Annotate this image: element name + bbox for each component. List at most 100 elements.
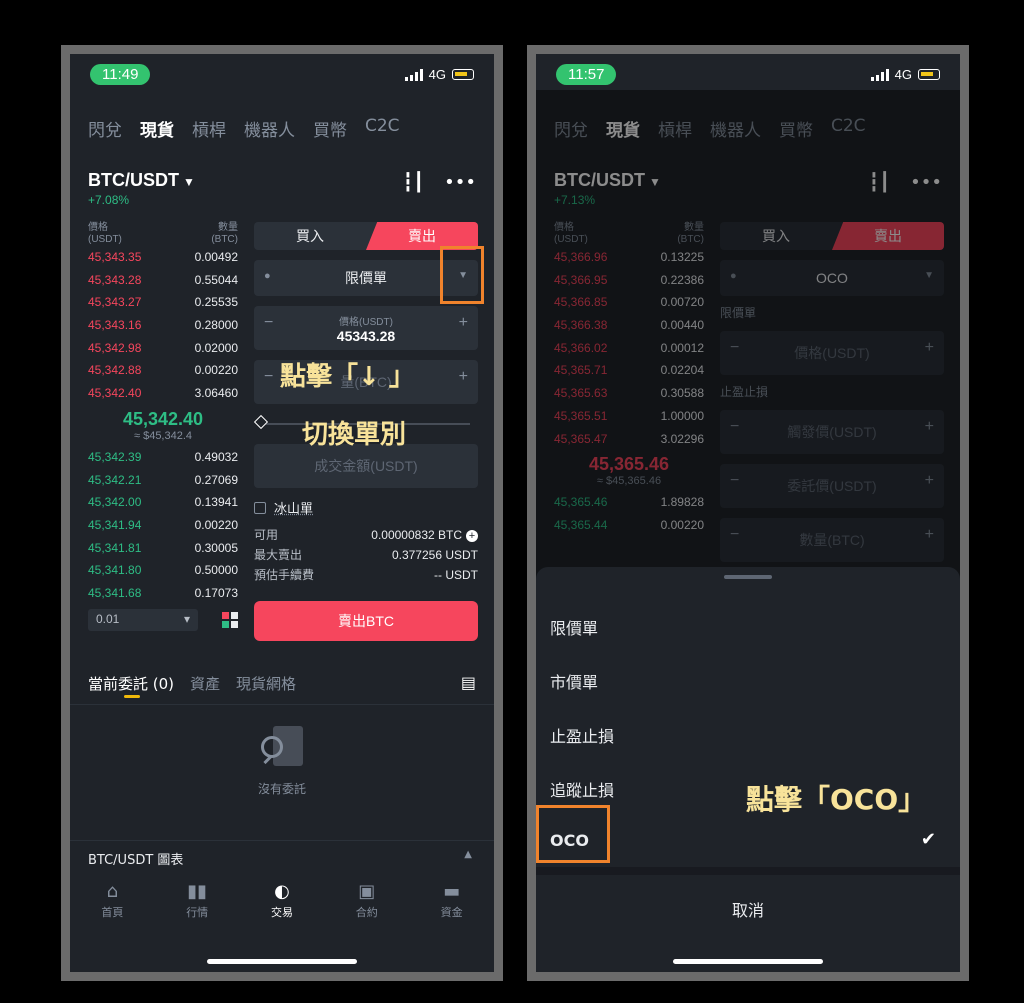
nav-tab-buy-crypto[interactable]: 買幣	[313, 116, 347, 141]
nav-tab-buy-crypto[interactable]: 買幣	[779, 116, 813, 141]
bid-row[interactable]: 45,342.21 0.27069	[88, 469, 238, 492]
slider-handle[interactable]	[253, 414, 269, 430]
ask-row[interactable]: 45,343.16 0.28000	[88, 314, 238, 337]
buy-tab[interactable]: 買入	[720, 222, 832, 250]
ask-row[interactable]: 45,366.96 0.13225	[554, 246, 704, 269]
order-price-input[interactable]: − 委託價(USDT) +	[720, 464, 944, 508]
nav-tab-convert[interactable]: 閃兌	[554, 116, 588, 141]
minus-icon[interactable]: −	[264, 314, 273, 332]
more-icon[interactable]: •••	[910, 172, 942, 193]
candlestick-chart-icon[interactable]: ┇┃	[402, 172, 424, 193]
plus-icon[interactable]: +	[925, 339, 934, 357]
tab-open-orders[interactable]: 當前委託 (0)	[88, 673, 174, 694]
bid-row[interactable]: 45,365.46 1.89828	[554, 491, 704, 514]
order-type-select[interactable]: ● OCO ▼	[720, 260, 944, 296]
nav-tab-spot[interactable]: 現貨	[606, 116, 640, 141]
ask-row[interactable]: 45,365.47 3.02296	[554, 428, 704, 451]
ask-row[interactable]: 45,366.85 0.00720	[554, 291, 704, 314]
option-market[interactable]: 市價單	[550, 669, 598, 693]
ask-row[interactable]: 45,366.95 0.22386	[554, 269, 704, 292]
depth-select[interactable]: 0.01 ▾	[88, 608, 198, 631]
nav-tab-convert[interactable]: 閃兌	[88, 116, 122, 141]
orderbook-layout-icon[interactable]	[222, 611, 238, 628]
nav-tab-c2c[interactable]: C2C	[365, 116, 400, 141]
sheet-handle[interactable]	[724, 575, 772, 579]
tab-markets[interactable]: ▮▮ 行情	[167, 880, 227, 940]
plus-icon[interactable]: +	[925, 526, 934, 544]
add-funds-icon[interactable]: +	[466, 530, 478, 542]
price-input[interactable]: − 價格(USDT) 45343.28 +	[254, 306, 478, 350]
nav-tab-margin[interactable]: 槓桿	[192, 116, 226, 141]
ask-row[interactable]: 45,342.98 0.02000	[88, 337, 238, 360]
nav-tab-bot[interactable]: 機器人	[244, 116, 295, 141]
sell-tab[interactable]: 賣出	[832, 222, 944, 250]
limit-price-input[interactable]: − 價格(USDT) +	[720, 331, 944, 375]
plus-icon[interactable]: +	[459, 368, 468, 386]
minus-icon[interactable]: −	[730, 418, 739, 436]
trade-icon: ◐	[274, 881, 290, 902]
order-history-icon[interactable]: ▤	[461, 673, 476, 692]
ask-row[interactable]: 45,366.38 0.00440	[554, 314, 704, 337]
buy-sell-toggle: 買入 賣出	[720, 222, 944, 250]
sell-btc-button[interactable]: 賣出BTC	[254, 601, 478, 641]
quantity-input[interactable]: − 數量(BTC) +	[720, 518, 944, 562]
ask-quantity: 0.13225	[660, 250, 704, 264]
cancel-button[interactable]: 取消	[536, 897, 960, 921]
pair-header: BTC/USDT ▼ +7.08% ┇┃ •••	[88, 170, 476, 210]
chevron-down-icon[interactable]: ▼	[924, 270, 934, 281]
ask-price: 45,365.71	[554, 363, 608, 378]
bid-row[interactable]: 45,341.81 0.30005	[88, 537, 238, 560]
price-change: +7.13%	[554, 193, 596, 207]
bid-row[interactable]: 45,342.39 0.49032	[88, 446, 238, 469]
tab-assets[interactable]: 資產	[190, 673, 220, 694]
futures-icon: ▣	[358, 881, 376, 902]
nav-tab-margin[interactable]: 槓桿	[658, 116, 692, 141]
ask-row[interactable]: 45,343.28 0.55044	[88, 269, 238, 292]
order-book: 價格 (USDT) 數量 (BTC) 45,343.35 0.00492 45,343.…	[88, 222, 238, 631]
ask-row[interactable]: 45,366.02 0.00012	[554, 337, 704, 360]
tab-home[interactable]: ⌂ 首頁	[82, 880, 142, 940]
limit-section-label: 限價單	[720, 306, 757, 320]
tab-wallet[interactable]: ▬ 資金	[422, 880, 482, 940]
ask-quantity: 0.00492	[194, 250, 238, 264]
minus-icon[interactable]: −	[730, 526, 739, 544]
plus-icon[interactable]: +	[925, 472, 934, 490]
iceberg-checkbox[interactable]: 冰山單	[254, 498, 478, 517]
ask-row[interactable]: 45,343.27 0.25535	[88, 291, 238, 314]
buy-tab[interactable]: 買入	[254, 222, 366, 250]
bid-row[interactable]: 45,342.00 0.13941	[88, 491, 238, 514]
mid-price[interactable]: 45,342.40 ≈ $45,342.4	[88, 405, 238, 446]
plus-icon[interactable]: +	[925, 418, 934, 436]
ask-price: 45,343.35	[88, 250, 142, 264]
bid-row[interactable]: 45,365.44 0.00220	[554, 514, 704, 537]
bid-row[interactable]: 45,341.68 0.17073	[88, 582, 238, 605]
ask-row[interactable]: 45,342.88 0.00220	[88, 359, 238, 382]
tab-futures[interactable]: ▣ 合約	[337, 880, 397, 940]
candlestick-chart-icon[interactable]: ┇┃	[868, 172, 890, 193]
tab-trade[interactable]: ◐ 交易	[252, 880, 312, 940]
ask-row[interactable]: 45,365.63 0.30588	[554, 382, 704, 405]
ask-row[interactable]: 45,365.71 0.02204	[554, 359, 704, 382]
minus-icon[interactable]: −	[730, 472, 739, 490]
mid-price[interactable]: 45,365.46 ≈ $45,365.46	[554, 450, 704, 491]
nav-tab-bot[interactable]: 機器人	[710, 116, 761, 141]
minus-icon[interactable]: −	[730, 339, 739, 357]
ask-row[interactable]: 45,365.51 1.00000	[554, 405, 704, 428]
option-limit[interactable]: 限價單	[550, 615, 598, 639]
battery-icon	[918, 69, 940, 80]
nav-tab-c2c[interactable]: C2C	[831, 116, 866, 141]
option-trailing-stop[interactable]: 追蹤止損	[550, 777, 614, 801]
option-stop-limit[interactable]: 止盈止損	[550, 723, 614, 747]
ask-row[interactable]: 45,342.40 3.06460	[88, 382, 238, 405]
nav-tab-spot[interactable]: 現貨	[140, 116, 174, 141]
minus-icon[interactable]: −	[264, 368, 273, 386]
bid-row[interactable]: 45,341.94 0.00220	[88, 514, 238, 537]
tab-spot-grid[interactable]: 現貨網格	[236, 673, 296, 694]
chart-toggle-bar[interactable]: BTC/USDT 圖表 ▲	[70, 840, 494, 870]
trigger-price-input[interactable]: − 觸發價(USDT) +	[720, 410, 944, 454]
checkbox-icon	[254, 501, 266, 514]
more-icon[interactable]: •••	[444, 172, 476, 193]
plus-icon[interactable]: +	[459, 314, 468, 332]
bid-row[interactable]: 45,341.80 0.50000	[88, 559, 238, 582]
ask-row[interactable]: 45,343.35 0.00492	[88, 246, 238, 269]
